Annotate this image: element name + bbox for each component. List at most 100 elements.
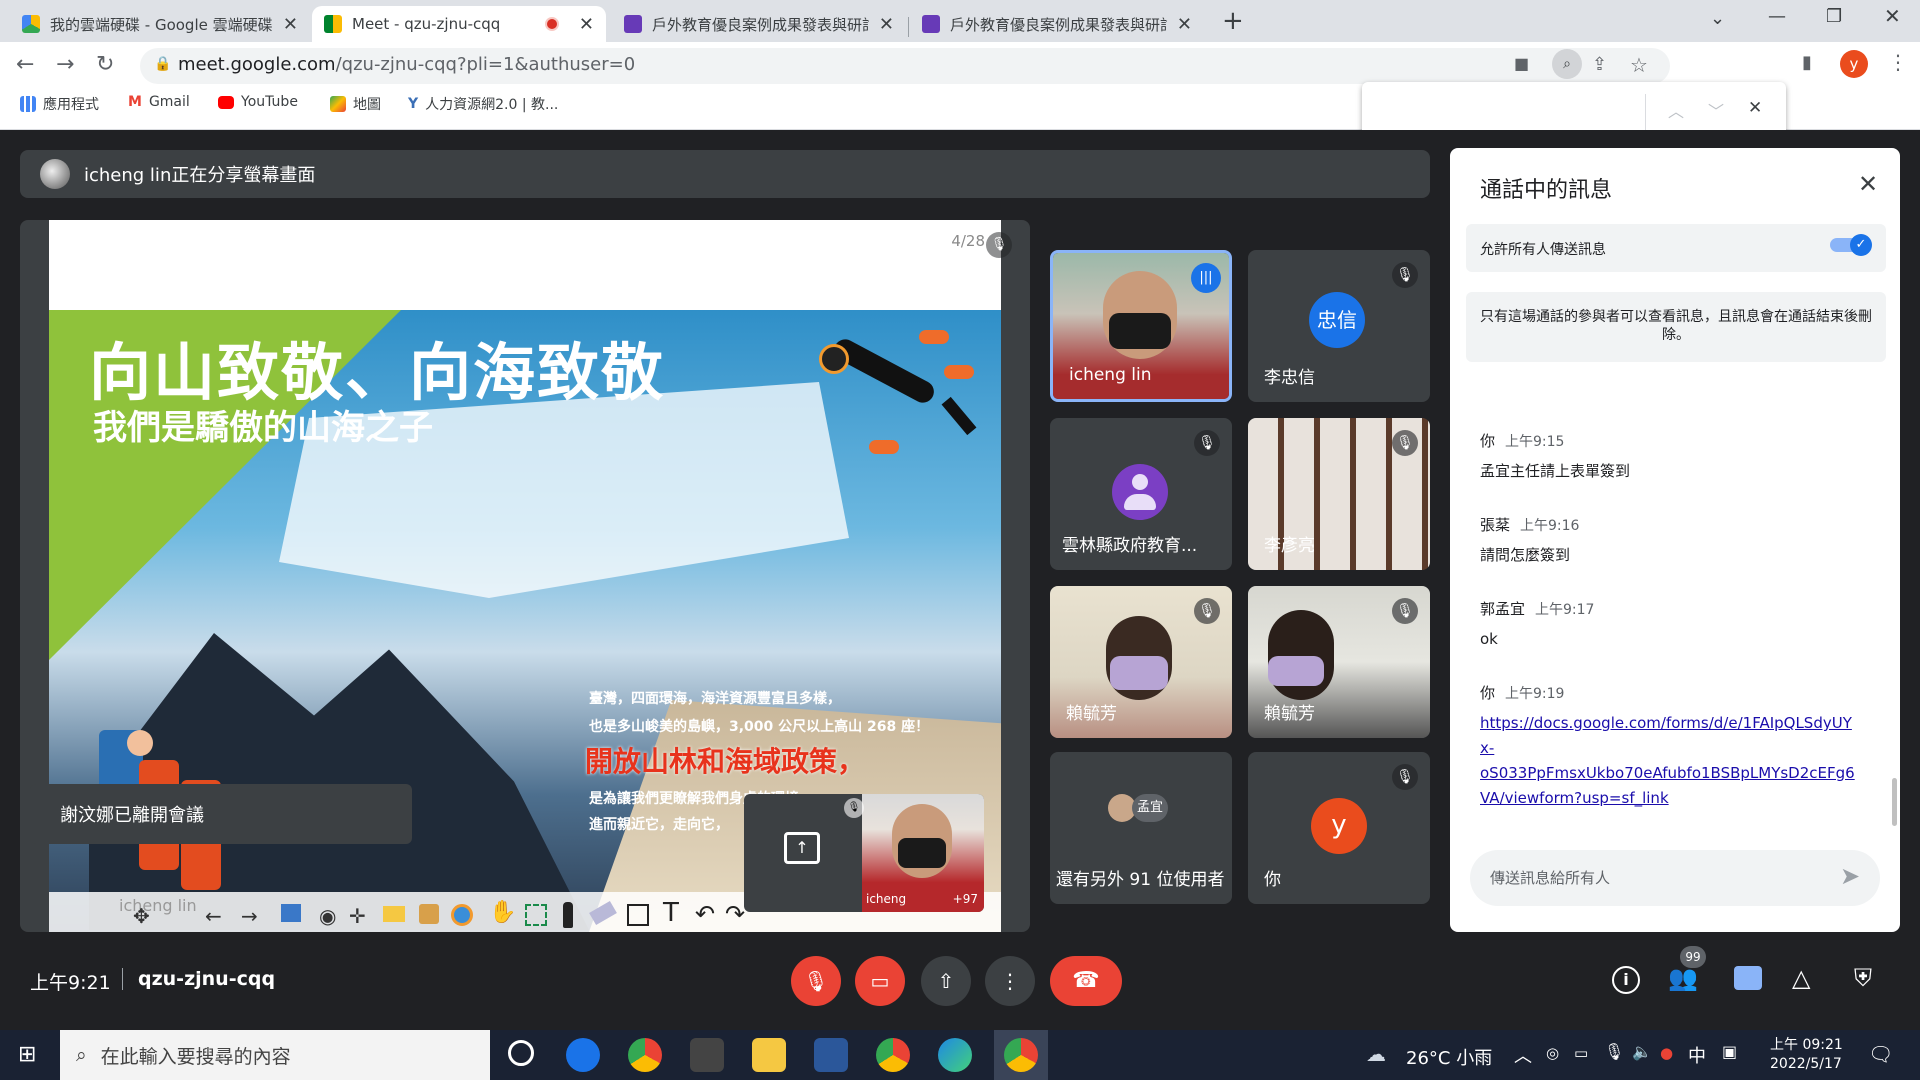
- side-panel-icon[interactable]: ▮: [1802, 52, 1812, 73]
- new-tab-button[interactable]: +: [1222, 6, 1244, 36]
- participant-tile[interactable]: 🎙 忠信 李忠信: [1248, 250, 1430, 402]
- tab-forms-1[interactable]: 戶外教育優良案例成果發表與研討 ✕: [612, 6, 906, 42]
- participant-tile[interactable]: 🎙 李彥亮: [1248, 418, 1430, 570]
- profile-avatar[interactable]: y: [1840, 50, 1868, 78]
- close-panel-icon[interactable]: ✕: [1858, 170, 1878, 198]
- chrome-profile-icon[interactable]: [876, 1038, 910, 1072]
- camera-tool-icon[interactable]: ◉: [319, 904, 336, 928]
- participant-tile-self[interactable]: 🎙 y 你: [1248, 752, 1430, 904]
- menu-icon[interactable]: ⋮: [1888, 50, 1908, 74]
- pen-tool-icon[interactable]: [563, 902, 573, 928]
- share-icon[interactable]: ⇪: [1592, 54, 1607, 75]
- browser-tool-icon[interactable]: [451, 904, 473, 926]
- participant-tile[interactable]: 🎙 雲林縣政府教育...: [1050, 418, 1232, 570]
- shape-tool-icon[interactable]: [627, 904, 649, 926]
- host-controls-icon[interactable]: ⛨: [1854, 964, 1872, 992]
- self-preview[interactable]: ↑ icheng +97 🎙: [744, 794, 984, 912]
- bookmark-star-icon[interactable]: ☆: [1630, 53, 1648, 77]
- security-tray-icon[interactable]: ●: [1660, 1044, 1673, 1062]
- participant-tile[interactable]: 🎙 賴毓芳: [1050, 586, 1232, 738]
- participant-tile[interactable]: 🎙 賴毓芳: [1248, 586, 1430, 738]
- close-tab-icon[interactable]: ✕: [879, 14, 894, 35]
- tray-expand-icon[interactable]: ︿: [1514, 1042, 1532, 1068]
- volume-icon[interactable]: 🔈: [1632, 1042, 1652, 1061]
- minimize-button[interactable]: —: [1768, 6, 1786, 27]
- cortana-icon[interactable]: [508, 1040, 534, 1066]
- bookmark-gmail[interactable]: M Gmail: [128, 94, 190, 110]
- windows-start-icon[interactable]: ⊞: [18, 1042, 36, 1067]
- tab-forms-2[interactable]: 戶外教育優良案例成果發表與研討 ✕: [910, 6, 1204, 42]
- chat-icon[interactable]: [1734, 966, 1762, 990]
- bookmark-apps[interactable]: 應用程式: [20, 94, 99, 114]
- tab-google-drive[interactable]: 我的雲端硬碟 - Google 雲端硬碟 ✕: [10, 6, 310, 42]
- close-find-icon[interactable]: ✕: [1748, 98, 1762, 118]
- chat-input[interactable]: 傳送訊息給所有人 ➤: [1470, 850, 1880, 906]
- internet-explorer-icon[interactable]: [566, 1038, 600, 1072]
- tray-app-icon[interactable]: ◎: [1546, 1044, 1559, 1062]
- maximize-button[interactable]: ❐: [1826, 6, 1842, 27]
- camera-toggle-button[interactable]: ▭: [855, 956, 905, 1006]
- microphone-toggle-button[interactable]: 🎙: [791, 956, 841, 1006]
- address-bar[interactable]: 🔒 meet.google.com/qzu-zjnu-cqq?pli=1&aut…: [140, 48, 1670, 84]
- message-link[interactable]: https://docs.google.com/forms/d/e/1FAIpQ…: [1480, 711, 1855, 811]
- box-icon[interactable]: [419, 904, 439, 924]
- meeting-details-icon[interactable]: i: [1612, 966, 1640, 994]
- bookmark-youtube[interactable]: YouTube: [218, 94, 298, 110]
- microphone-tray-icon[interactable]: 🎙: [1604, 1042, 1624, 1061]
- close-tab-icon[interactable]: ✕: [1177, 14, 1192, 35]
- find-next-icon[interactable]: ﹀: [1708, 98, 1724, 122]
- folder-icon[interactable]: [383, 906, 405, 922]
- close-window-button[interactable]: ✕: [1884, 4, 1901, 28]
- find-in-page-icon[interactable]: ⌕: [1552, 49, 1582, 79]
- leave-call-button[interactable]: ☎: [1050, 956, 1122, 1006]
- video-editor-icon[interactable]: [690, 1038, 724, 1072]
- whiteboard-icon[interactable]: [281, 904, 301, 922]
- redo-icon[interactable]: ↷: [725, 900, 745, 928]
- text-tool-icon[interactable]: T: [663, 898, 679, 928]
- tab-search-icon[interactable]: ⌄: [1710, 8, 1725, 29]
- more-options-button[interactable]: ⋮: [985, 956, 1035, 1006]
- lock-icon[interactable]: 🔒: [154, 56, 171, 72]
- present-screen-icon[interactable]: ↑: [784, 832, 820, 864]
- notification-icon[interactable]: 🗨: [1868, 1042, 1893, 1066]
- participant-tile[interactable]: ||| icheng lin: [1050, 250, 1232, 402]
- select-tool-icon[interactable]: [525, 904, 547, 926]
- previous-arrow-icon[interactable]: ←: [205, 904, 222, 928]
- taskbar-search[interactable]: ⌕ 在此輸入要搜尋的內容: [60, 1030, 490, 1080]
- weather-text[interactable]: 26°C 小雨: [1406, 1044, 1492, 1070]
- undo-icon[interactable]: ↶: [695, 900, 715, 928]
- edge-icon[interactable]: [938, 1038, 972, 1072]
- close-tab-icon[interactable]: ✕: [283, 14, 298, 35]
- next-arrow-icon[interactable]: →: [241, 904, 258, 928]
- hand-tool-icon[interactable]: ✋: [489, 900, 516, 925]
- weather-icon[interactable]: ☁: [1366, 1042, 1386, 1066]
- move-tool-icon[interactable]: ✥: [133, 904, 150, 928]
- back-button[interactable]: ←: [16, 52, 34, 77]
- network-icon[interactable]: ▭: [1574, 1044, 1588, 1062]
- find-previous-icon[interactable]: ︿: [1668, 98, 1684, 122]
- chat-scrollbar[interactable]: [1892, 778, 1897, 826]
- forward-button[interactable]: →: [56, 52, 74, 77]
- shared-screen[interactable]: 4/28 向山致敬、向海致敬 我們是驕傲的山海之子 臺灣，四面環海，海洋資源豐富…: [20, 220, 1030, 932]
- camera-icon[interactable]: ■: [1514, 54, 1529, 73]
- send-icon[interactable]: ➤: [1840, 862, 1860, 890]
- activities-icon[interactable]: △: [1792, 964, 1810, 992]
- find-input[interactable]: [1374, 94, 1644, 130]
- reload-button[interactable]: ↻: [96, 52, 114, 77]
- bookmark-hr-portal[interactable]: Y 人力資源網2.0 | 教...: [408, 94, 558, 114]
- clock-date[interactable]: 2022/5/17: [1770, 1056, 1842, 1072]
- pan-tool-icon[interactable]: ✛: [349, 904, 366, 928]
- ime-mode-icon[interactable]: ▣: [1722, 1042, 1737, 1061]
- word-icon[interactable]: [814, 1038, 848, 1072]
- chrome-icon[interactable]: [628, 1038, 662, 1072]
- ime-indicator[interactable]: 中: [1688, 1042, 1706, 1068]
- present-screen-button[interactable]: ⇧: [921, 956, 971, 1006]
- people-icon[interactable]: 👥: [1668, 964, 1698, 992]
- clock-time[interactable]: 上午 09:21: [1770, 1034, 1843, 1054]
- chrome-active-icon[interactable]: [1004, 1038, 1038, 1072]
- more-participants-tile[interactable]: 孟宜 還有另外 91 位使用者: [1050, 752, 1232, 904]
- file-explorer-icon[interactable]: [752, 1038, 786, 1072]
- close-tab-icon[interactable]: ✕: [579, 14, 594, 35]
- eraser-tool-icon[interactable]: [589, 900, 617, 926]
- tab-meet[interactable]: Meet - qzu-zjnu-cqq ✕: [312, 6, 606, 42]
